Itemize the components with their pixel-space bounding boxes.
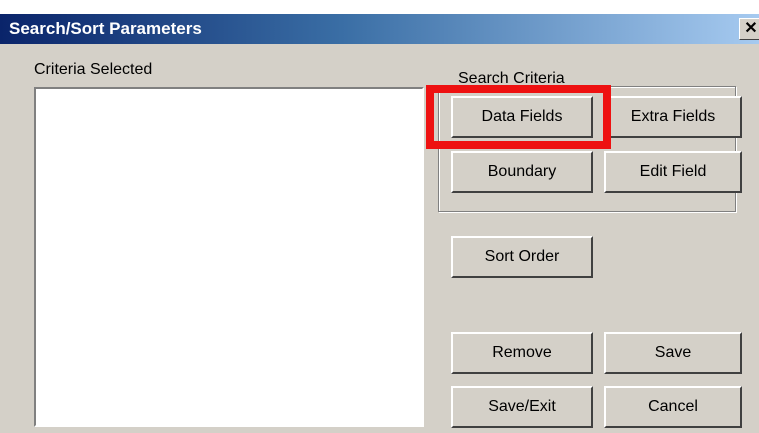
cancel-button[interactable]: Cancel (604, 386, 742, 428)
boundary-button[interactable]: Boundary (451, 151, 593, 193)
edit-field-button[interactable]: Edit Field (604, 151, 742, 193)
window-title: Search/Sort Parameters (9, 19, 202, 38)
highlight-box (426, 85, 611, 149)
remove-button[interactable]: Remove (451, 332, 593, 374)
sort-order-button[interactable]: Sort Order (451, 236, 593, 278)
top-margin (0, 0, 759, 14)
save-button[interactable]: Save (604, 332, 742, 374)
close-button[interactable]: ✕ (739, 18, 759, 40)
title-bar[interactable]: Search/Sort Parameters ✕ (0, 14, 759, 44)
criteria-selected-list[interactable] (34, 87, 424, 427)
extra-fields-button[interactable]: Extra Fields (604, 96, 742, 138)
save-exit-button[interactable]: Save/Exit (451, 386, 593, 428)
search-sort-dialog: Search/Sort Parameters ✕ Criteria Select… (0, 0, 759, 433)
close-icon: ✕ (744, 20, 758, 37)
criteria-selected-label: Criteria Selected (34, 61, 153, 78)
